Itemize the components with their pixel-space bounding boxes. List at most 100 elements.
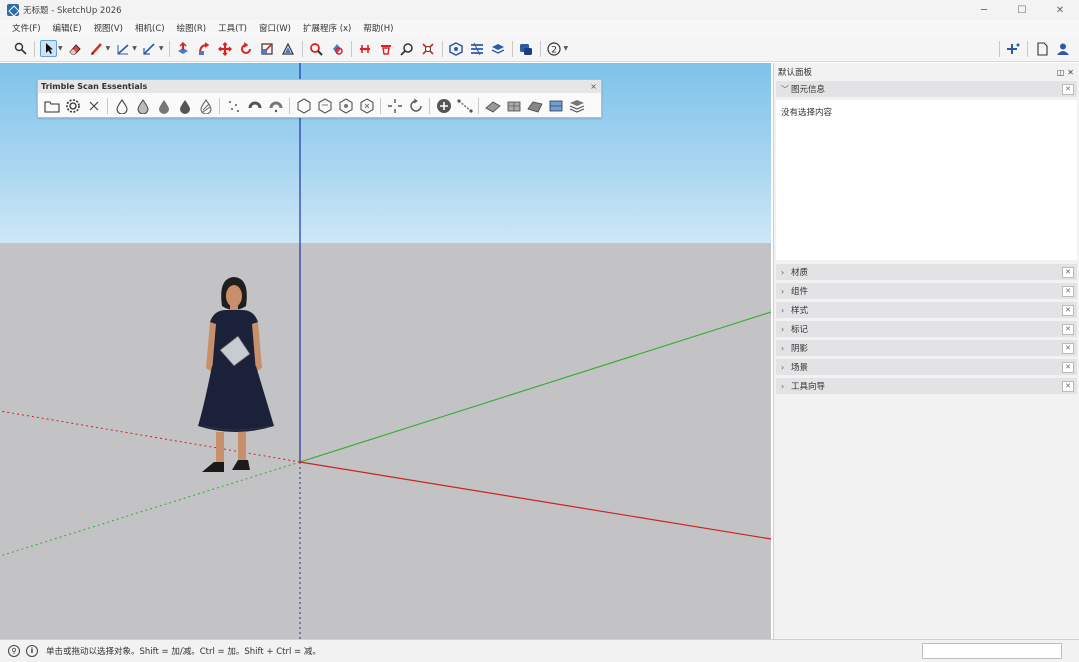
layers-stack-icon[interactable] xyxy=(568,97,586,115)
pan-icon[interactable] xyxy=(329,40,346,57)
menu-help[interactable]: 帮助(H) xyxy=(357,22,399,34)
document-icon[interactable] xyxy=(1033,40,1050,57)
panel-shadows-header[interactable]: › 阴影 ✕ xyxy=(776,340,1077,356)
menu-tools[interactable]: 工具(T) xyxy=(212,22,253,34)
explode-icon[interactable] xyxy=(386,97,404,115)
add-circle-icon[interactable] xyxy=(435,97,453,115)
drop-outline-icon[interactable] xyxy=(113,97,131,115)
panel-close-icon[interactable]: ✕ xyxy=(1062,83,1074,95)
hex-cube-1-icon[interactable] xyxy=(295,97,313,115)
hex-cube-4-icon[interactable] xyxy=(358,97,376,115)
styles-icon[interactable] xyxy=(518,40,535,57)
panel-tags-header[interactable]: › 标记 ✕ xyxy=(776,321,1077,337)
select-icon[interactable] xyxy=(40,40,57,57)
measure-points-icon[interactable] xyxy=(456,97,474,115)
panel-entity-info-header[interactable]: ﹀ 图元信息 ✕ xyxy=(776,81,1077,97)
panel-close-icon[interactable]: ✕ xyxy=(1062,266,1074,278)
zoom-extents-icon[interactable] xyxy=(420,40,437,57)
panel-materials-header[interactable]: › 材质 ✕ xyxy=(776,264,1077,280)
panel-close-icon[interactable]: ✕ xyxy=(1062,285,1074,297)
drop-striped-icon[interactable] xyxy=(197,97,215,115)
rotate-icon[interactable] xyxy=(238,40,255,57)
panel-instructor-header[interactable]: › 工具向导 ✕ xyxy=(776,378,1077,394)
measurements-box[interactable] xyxy=(922,643,1062,659)
svg-text:2: 2 xyxy=(551,45,557,55)
panel-styles-header[interactable]: › 样式 ✕ xyxy=(776,302,1077,318)
panel-components-header[interactable]: › 组件 ✕ xyxy=(776,283,1077,299)
arc-caret-icon[interactable]: ▼ xyxy=(159,45,164,52)
drop-dark-icon[interactable] xyxy=(155,97,173,115)
eraser-icon[interactable] xyxy=(67,40,84,57)
green-axis-dashed xyxy=(0,461,301,557)
search-icon[interactable] xyxy=(12,40,29,57)
pencil-caret-icon[interactable]: ▼ xyxy=(106,45,111,52)
panel-scenes-header[interactable]: › 场景 ✕ xyxy=(776,359,1077,375)
panel-close-icon[interactable]: ✕ xyxy=(1062,304,1074,316)
maximize-button[interactable]: ☐ xyxy=(1003,0,1041,20)
tray-restore-icon[interactable]: ◫ xyxy=(1057,68,1065,77)
scale-icon[interactable] xyxy=(259,40,276,57)
orbit-icon[interactable] xyxy=(308,40,325,57)
scale-figure[interactable] xyxy=(196,276,280,474)
entity-info-body: 没有选择内容 xyxy=(776,100,1077,260)
surface-2-icon[interactable] xyxy=(505,97,523,115)
scan-toolbar-close-button[interactable]: × xyxy=(590,82,597,91)
zoom-icon[interactable] xyxy=(399,40,416,57)
geolocation-icon[interactable]: ⚲ xyxy=(8,645,20,657)
menu-edit[interactable]: 编辑(E) xyxy=(47,22,88,34)
hex-cube-2-icon[interactable] xyxy=(316,97,334,115)
menu-file[interactable]: 文件(F) xyxy=(6,22,47,34)
menu-extensions[interactable]: 扩展程序 (x) xyxy=(297,22,357,34)
panel-close-icon[interactable]: ✕ xyxy=(1062,342,1074,354)
scan-toolbar-header[interactable]: Trimble Scan Essentials × xyxy=(38,80,601,93)
scatter-points-icon[interactable] xyxy=(225,97,243,115)
pushpull-icon[interactable] xyxy=(175,40,192,57)
menu-bar: 文件(F) 编辑(E) 视图(V) 相机(C) 绘图(R) 工具(T) 窗口(W… xyxy=(0,20,1079,36)
close-window-button[interactable]: ✕ xyxy=(1041,0,1079,20)
chevron-down-icon: ﹀ xyxy=(781,84,789,94)
instructor-icon[interactable]: 2 xyxy=(546,40,563,57)
instructor-caret-icon[interactable]: ▼ xyxy=(564,45,569,52)
account-icon[interactable] xyxy=(1054,40,1071,57)
panel-close-icon[interactable]: ✕ xyxy=(1062,361,1074,373)
followme-icon[interactable] xyxy=(196,40,213,57)
section-icon[interactable] xyxy=(357,40,374,57)
open-folder-icon[interactable] xyxy=(43,97,61,115)
line-icon[interactable] xyxy=(114,40,131,57)
line-caret-icon[interactable]: ▼ xyxy=(132,45,137,52)
magnet-alt-icon[interactable] xyxy=(267,97,285,115)
materials-icon[interactable] xyxy=(469,40,486,57)
drop-half-icon[interactable] xyxy=(134,97,152,115)
surface-1-icon[interactable] xyxy=(484,97,502,115)
components-icon[interactable] xyxy=(448,40,465,57)
main-toolbar: ▼ ▼ ▼ ▼ 2 ▼ xyxy=(0,36,1079,62)
panel-close-icon[interactable]: ✕ xyxy=(1062,380,1074,392)
surface-4-icon[interactable] xyxy=(547,97,565,115)
refresh-cube-icon[interactable] xyxy=(407,97,425,115)
pencil-icon[interactable] xyxy=(88,40,105,57)
section-fill-icon[interactable] xyxy=(378,40,395,57)
menu-view[interactable]: 视图(V) xyxy=(88,22,129,34)
panel-close-icon[interactable]: ✕ xyxy=(1062,323,1074,335)
close-icon[interactable] xyxy=(85,97,103,115)
panel-label: 组件 xyxy=(791,287,809,297)
menu-window[interactable]: 窗口(W) xyxy=(253,22,297,34)
menu-camera[interactable]: 相机(C) xyxy=(129,22,171,34)
arc-icon[interactable] xyxy=(141,40,158,57)
settings-gear-icon[interactable] xyxy=(64,97,82,115)
3d-viewport[interactable] xyxy=(0,63,771,639)
add-location-icon[interactable] xyxy=(1005,40,1022,57)
drop-filled-icon[interactable] xyxy=(176,97,194,115)
minimize-button[interactable]: ─ xyxy=(965,0,1003,20)
chevron-right-icon: › xyxy=(781,267,785,277)
layers-icon[interactable] xyxy=(490,40,507,57)
menu-draw[interactable]: 绘图(R) xyxy=(171,22,213,34)
offset-icon[interactable] xyxy=(280,40,297,57)
select-caret-icon[interactable]: ▼ xyxy=(58,45,63,52)
info-icon[interactable]: i xyxy=(26,645,38,657)
magnet-icon[interactable] xyxy=(246,97,264,115)
move-icon[interactable] xyxy=(217,40,234,57)
hex-cube-3-icon[interactable] xyxy=(337,97,355,115)
surface-3-icon[interactable] xyxy=(526,97,544,115)
tray-close-icon[interactable]: ✕ xyxy=(1067,68,1074,77)
